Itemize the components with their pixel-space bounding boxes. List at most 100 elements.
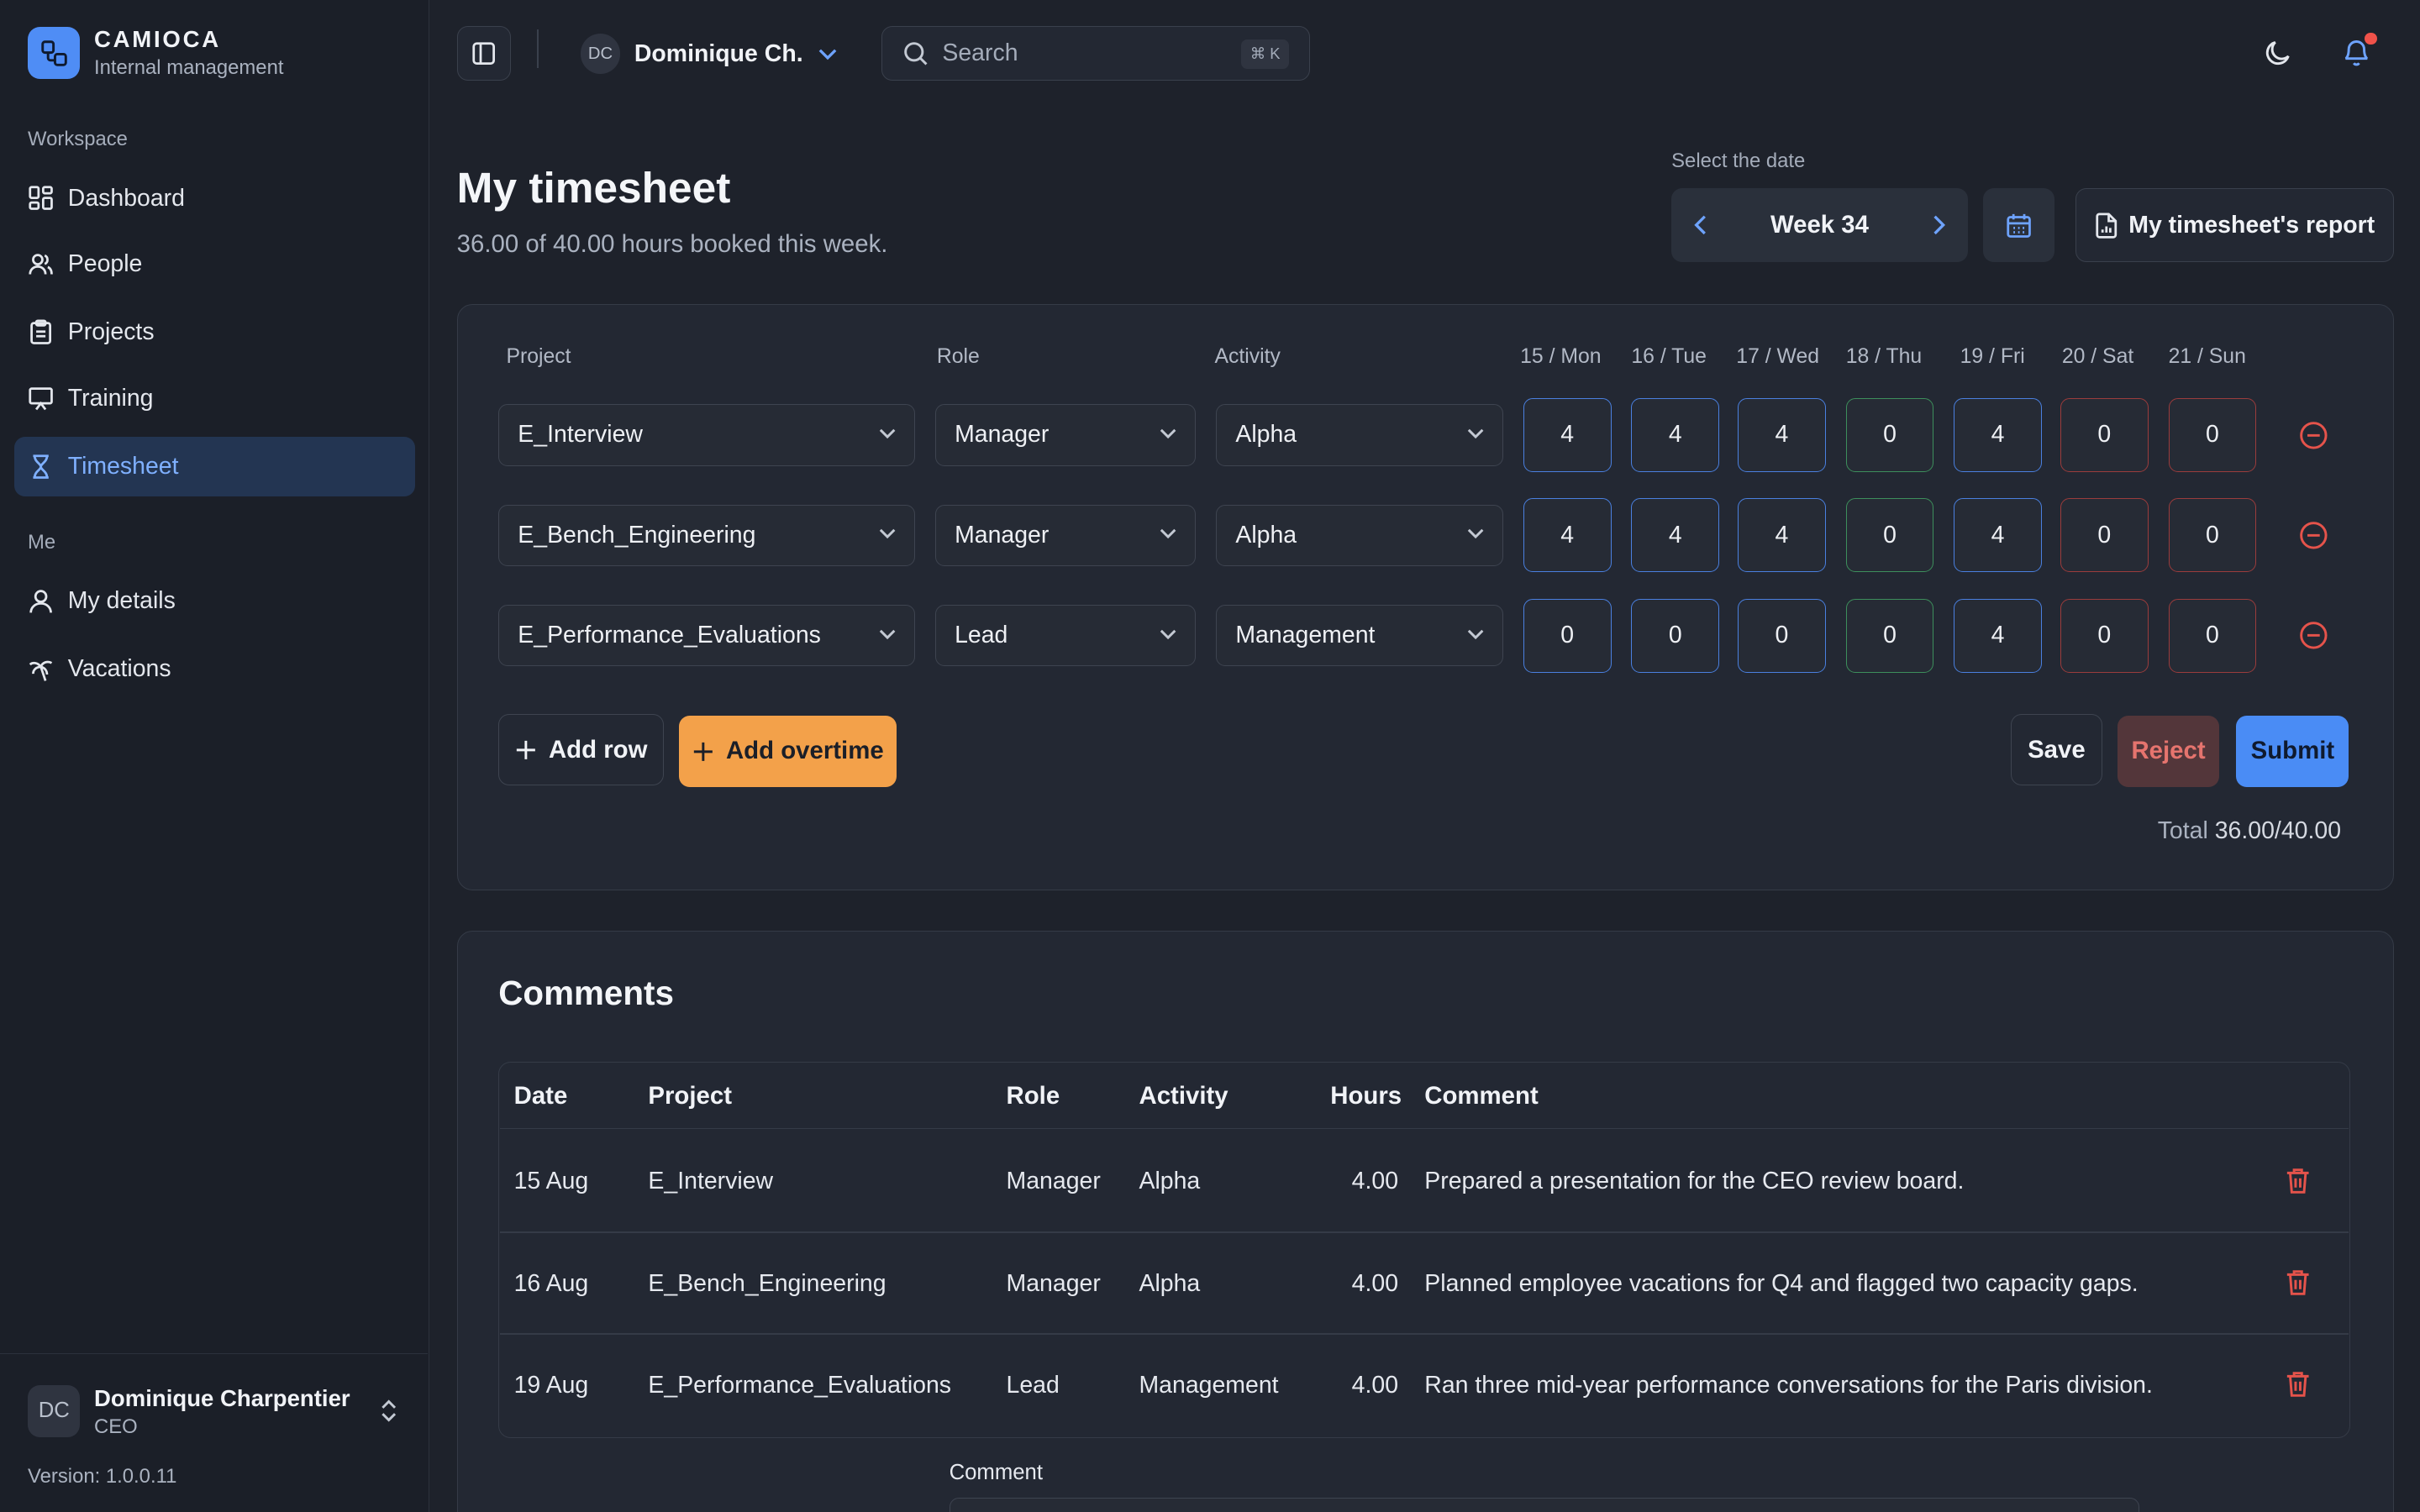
select-value: E_Bench_Engineering (518, 521, 756, 549)
hourglass-icon (33, 454, 49, 479)
role-select[interactable]: Manager (935, 504, 1197, 567)
document-chart-icon (2096, 212, 2118, 239)
moon-icon[interactable] (2263, 37, 2294, 68)
notification-badge (2364, 32, 2377, 45)
brand-logo-icon (28, 26, 81, 80)
brand-name: CAMIOCA (94, 26, 221, 53)
hours-input[interactable]: 0 (1738, 598, 1826, 673)
sidebar-item-people[interactable]: People (14, 234, 416, 295)
column-header-role: Role (936, 345, 980, 369)
comment-text: Prepared a presentation for the CEO revi… (1424, 1168, 1965, 1195)
calendar-button[interactable] (1983, 188, 2054, 263)
comment-activity: Management (1139, 1371, 1279, 1399)
hours-input[interactable]: 4 (1523, 397, 1612, 473)
timesheet-card (456, 303, 2394, 890)
hours-input[interactable]: 4 (1523, 498, 1612, 573)
trash-icon[interactable] (2286, 1268, 2310, 1296)
activity-select[interactable]: Management (1216, 604, 1503, 667)
activity-select[interactable]: Alpha (1216, 504, 1503, 567)
comment-hours: 4.00 (1351, 1168, 1399, 1195)
remove-row-icon[interactable] (2298, 420, 2329, 451)
sidebar-item-timesheet[interactable]: Timesheet (13, 436, 416, 497)
select-value: Alpha (1235, 521, 1297, 549)
comment-field-label: Comment (949, 1461, 1043, 1485)
hours-input[interactable]: 0 (1845, 397, 1934, 473)
sidebar: CAMIOCA Internal management Workspace Da… (0, 0, 429, 1512)
role-select[interactable]: Lead (935, 604, 1197, 667)
chevrons-up-down-icon[interactable] (376, 1397, 401, 1425)
comment-date: 15 Aug (513, 1168, 589, 1195)
hours-input[interactable]: 0 (2060, 397, 2149, 473)
trash-icon[interactable] (2286, 1370, 2310, 1398)
hours-input[interactable]: 0 (2168, 498, 2257, 573)
comment-role: Manager (1006, 1168, 1101, 1195)
sidebar-item-training[interactable]: Training (14, 369, 416, 429)
brand-subtitle: Internal management (94, 55, 284, 79)
hours-input[interactable]: 0 (1523, 598, 1612, 673)
select-value: Manager (955, 521, 1050, 549)
remove-row-icon[interactable] (2298, 520, 2329, 551)
plus-icon (693, 742, 713, 761)
hours-input[interactable]: 0 (1631, 598, 1720, 673)
hours-input[interactable]: 4 (1954, 598, 2042, 673)
sidebar-item-vacations[interactable]: Vacations (14, 638, 416, 699)
reject-button[interactable]: Reject (2117, 716, 2220, 787)
plus-icon (516, 740, 535, 759)
add-overtime-button[interactable]: Add overtime (679, 716, 897, 787)
save-button[interactable]: Save (2011, 714, 2102, 785)
hours-input[interactable]: 0 (1845, 598, 1934, 673)
sidebar-item-projects[interactable]: Projects (14, 302, 416, 363)
sidebar-toggle-button[interactable] (456, 26, 511, 81)
hours-input[interactable]: 0 (2168, 598, 2257, 673)
user-icon (29, 590, 52, 613)
comment-field[interactable] (949, 1498, 2139, 1512)
account-switcher[interactable]: DC Dominique Ch. (580, 34, 837, 75)
activity-select[interactable]: Alpha (1216, 404, 1503, 466)
table-header-date: Date (513, 1081, 568, 1110)
hours-input[interactable]: 0 (1845, 498, 1934, 573)
chevron-left-icon[interactable] (1693, 214, 1708, 236)
hours-input[interactable]: 4 (1631, 397, 1720, 473)
comment-text: Planned employee vacations for Q4 and fl… (1424, 1269, 2139, 1297)
select-value: E_Interview (518, 421, 643, 449)
remove-row-icon[interactable] (2298, 620, 2329, 651)
hours-input[interactable]: 0 (2168, 397, 2257, 473)
timesheet-report-button[interactable]: My timesheet's report (2075, 188, 2394, 263)
sidebar-user-footer[interactable]: DC Dominique Charpentier CEO Version: 1.… (0, 1352, 428, 1512)
select-value: Alpha (1235, 421, 1297, 449)
project-select[interactable]: E_Interview (498, 404, 916, 466)
brand[interactable]: CAMIOCA Internal management (28, 26, 283, 80)
table-divider (500, 1127, 2349, 1130)
hours-input[interactable]: 0 (2060, 598, 2149, 673)
trash-icon[interactable] (2286, 1167, 2310, 1194)
sidebar-item-label: Training (67, 385, 154, 412)
table-header-comment: Comment (1424, 1081, 1539, 1110)
select-value: Manager (955, 421, 1050, 449)
project-select[interactable]: E_Bench_Engineering (498, 504, 916, 567)
add-overtime-label: Add overtime (725, 737, 884, 765)
hours-input[interactable]: 4 (1738, 498, 1826, 573)
chevron-down-icon (1467, 428, 1484, 438)
chevron-down-icon (1467, 528, 1484, 539)
sidebar-item-my-details[interactable]: My details (14, 571, 416, 632)
total-label: Total (2157, 817, 2208, 845)
hours-input[interactable]: 4 (1738, 397, 1826, 473)
role-select[interactable]: Manager (935, 404, 1197, 466)
submit-button[interactable]: Submit (2236, 716, 2349, 787)
chevron-down-icon (1467, 629, 1484, 639)
search-input[interactable]: Search ⌘ K (881, 26, 1311, 81)
hours-input[interactable]: 4 (1631, 498, 1720, 573)
hours-input[interactable]: 0 (2060, 498, 2149, 573)
column-header-day: 19 / Fri (1960, 345, 2025, 369)
hours-input[interactable]: 4 (1954, 397, 2042, 473)
add-row-button[interactable]: Add row (498, 714, 664, 785)
select-value: E_Performance_Evaluations (518, 622, 821, 649)
sidebar-item-dashboard[interactable]: Dashboard (14, 168, 416, 228)
total-value: 36.00/40.00 (2214, 817, 2342, 845)
comment-project: E_Interview (648, 1168, 774, 1195)
section-label-me: Me (28, 530, 56, 554)
hours-input[interactable]: 4 (1954, 498, 2042, 573)
page-title: My timesheet (456, 162, 731, 212)
chevron-right-icon[interactable] (1931, 214, 1946, 236)
project-select[interactable]: E_Performance_Evaluations (498, 604, 916, 667)
